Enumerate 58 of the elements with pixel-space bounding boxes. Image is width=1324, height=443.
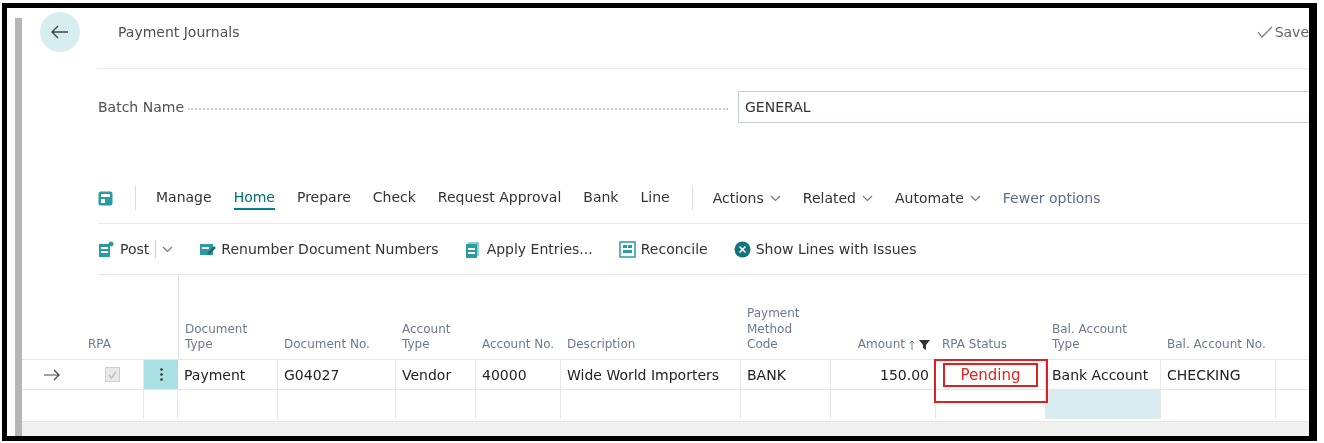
- menu-button[interactable]: Actions: [712, 190, 781, 206]
- table-cell: Vendor: [396, 360, 476, 389]
- save-status: Save: [1274, 24, 1309, 40]
- arrow-left-icon: [51, 25, 69, 39]
- column-header[interactable]: Payment Method Code: [741, 306, 831, 359]
- column-header[interactable]: RPA Status: [936, 337, 1046, 359]
- column-header[interactable]: Account Type: [396, 321, 476, 359]
- column-header[interactable]: Description: [561, 337, 741, 359]
- back-button[interactable]: [40, 12, 80, 52]
- chevron-down-icon: [769, 194, 781, 202]
- document-icon: [98, 240, 115, 258]
- column-header[interactable]: Bal. Account Type: [1046, 321, 1161, 359]
- tab[interactable]: Line: [640, 186, 670, 210]
- table-cell: BANK: [741, 360, 831, 389]
- menu-button[interactable]: Related: [802, 190, 873, 206]
- tab[interactable]: Bank: [583, 186, 619, 210]
- column-header[interactable]: Account No.: [476, 337, 561, 359]
- batch-name-field[interactable]: GENERAL: [738, 91, 1309, 123]
- check-icon: [1256, 26, 1273, 38]
- post-button[interactable]: Post: [98, 240, 150, 258]
- tab[interactable]: Request Approval: [437, 186, 562, 210]
- check-icon: [108, 370, 117, 379]
- table-cell: CHECKING: [1161, 360, 1276, 389]
- chevron-down-icon: [969, 194, 981, 202]
- table-cell: Wide World Importers: [561, 360, 741, 389]
- chevron-down-icon: [861, 194, 873, 202]
- column-header[interactable]: RPA: [82, 337, 144, 359]
- table-cell: Payment: [178, 360, 278, 389]
- dropdown-button[interactable]: [162, 245, 174, 253]
- toolbar-button[interactable]: Apply Entries...: [464, 240, 593, 258]
- column-header[interactable]: Document No.: [278, 337, 396, 359]
- fewer-options-link[interactable]: Fewer options: [1002, 190, 1101, 206]
- page-title: Payment Journals: [118, 24, 241, 40]
- row-menu-button[interactable]: [144, 360, 178, 389]
- table-cell: 40000: [476, 360, 561, 389]
- tab[interactable]: Check: [372, 186, 416, 210]
- field-label: Batch Name: [98, 99, 184, 115]
- documents-icon: [464, 240, 482, 258]
- toolbar-button[interactable]: Show Lines with Issues: [733, 240, 917, 258]
- tab[interactable]: Home: [233, 186, 275, 210]
- column-header[interactable]: Document Type: [185, 321, 272, 353]
- layout-icon[interactable]: [98, 190, 113, 206]
- tab[interactable]: Manage: [156, 186, 212, 210]
- status-text: Pending: [942, 362, 1039, 387]
- column-header[interactable]: Amount: [857, 337, 905, 353]
- tab[interactable]: Prepare: [296, 186, 351, 210]
- chevron-down-icon: [162, 245, 174, 253]
- table-cell: 150.00: [831, 360, 936, 389]
- toolbar-button[interactable]: Renumber Document Numbers: [199, 240, 439, 258]
- grid-icon: [618, 240, 636, 258]
- checkbox[interactable]: [105, 367, 120, 382]
- table-cell: G04027: [278, 360, 396, 389]
- menu-button[interactable]: Automate: [894, 190, 981, 206]
- close-circle-icon: [733, 240, 751, 258]
- toolbar-button[interactable]: Reconcile: [618, 240, 708, 258]
- more-vertical-icon: [159, 368, 163, 381]
- table-cell: Bank Account: [1046, 360, 1161, 389]
- column-header[interactable]: Bal. Account No.: [1161, 337, 1276, 359]
